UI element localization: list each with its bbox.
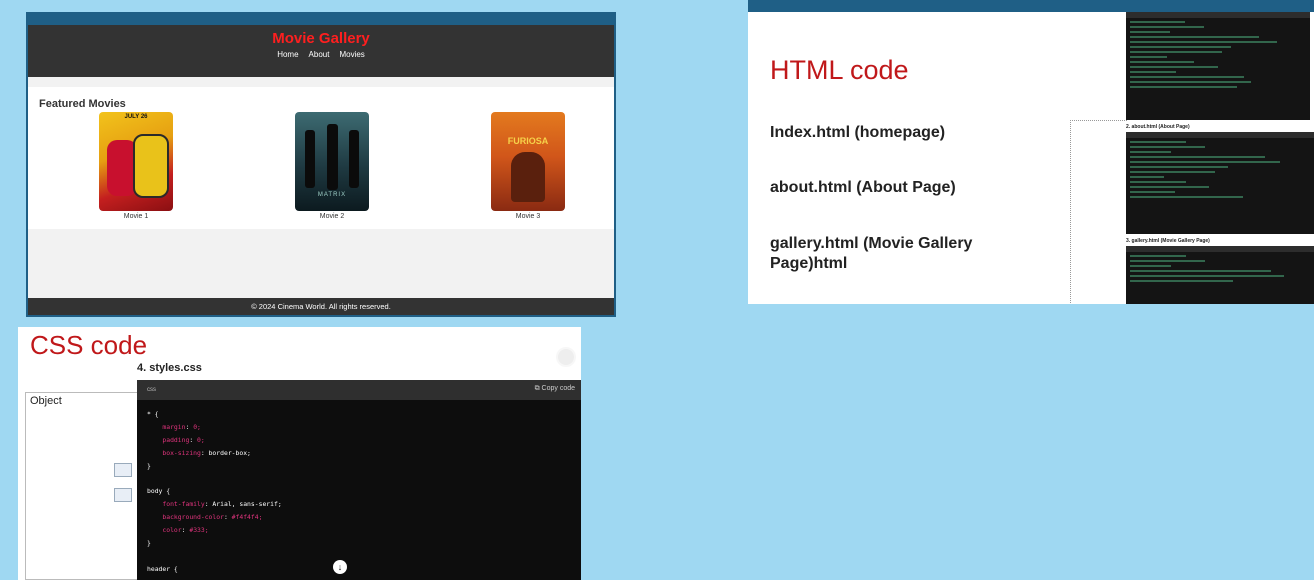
- about-code-caption: 2. about.html (About Page): [1126, 124, 1190, 130]
- poster-1-date: JULY 26: [124, 114, 148, 120]
- object-frame-icon[interactable]: [114, 488, 132, 502]
- about-code-screenshot: [1126, 132, 1314, 234]
- scroll-down-icon[interactable]: ↓: [333, 560, 347, 574]
- css-code-text: * { margin: 0; padding: 0; box-sizing: b…: [147, 408, 282, 576]
- code-line: box-sizing: border-box;: [162, 448, 251, 457]
- about-html-item: about.html (About Page): [770, 179, 956, 196]
- code-line: background-color: #f4f4f4;: [162, 513, 263, 522]
- poster-2-title: MATRIX: [317, 192, 347, 198]
- code-line: body {: [147, 487, 171, 496]
- code-line: margin: 0;: [162, 422, 201, 431]
- poster-2-figure-3: [349, 130, 359, 188]
- nav-movies-link[interactable]: Movies: [339, 50, 364, 59]
- css-slide-title: CSS code: [30, 330, 148, 360]
- featured-section: Featured Movies JULY 26 Movie 1 MATRIX M…: [28, 87, 614, 229]
- copy-icon: ⧉: [534, 385, 542, 392]
- copy-code-label: Copy code: [541, 385, 575, 392]
- object-image-icon[interactable]: [114, 463, 132, 477]
- movie-1-caption: Movie 1: [123, 213, 149, 220]
- slide-top-bar: [748, 0, 1314, 12]
- code-line: padding: 0;: [162, 435, 205, 444]
- object-label: Object: [30, 395, 62, 407]
- gallery-html-item: gallery.html (Movie Gallery Page)html: [770, 235, 973, 272]
- html-code-slide: HTML code Index.html (homepage) about.ht…: [748, 0, 1314, 304]
- css-code-slide: CSS code 4. styles.css Object css ⧉ Copy…: [18, 327, 581, 580]
- poster-2-figure-1: [305, 130, 315, 188]
- gallery-nav: Home About Movies: [28, 50, 614, 59]
- object-placeholder[interactable]: Object: [25, 392, 139, 580]
- code-line: * {: [147, 410, 159, 418]
- copy-code-button[interactable]: ⧉ Copy code: [535, 385, 575, 393]
- featured-heading: Featured Movies: [39, 98, 126, 110]
- code-line: header {: [147, 564, 178, 573]
- poster-1-figure-2: [133, 134, 169, 198]
- code-line: color: #333;: [162, 526, 209, 535]
- code-block-header: css ⧉ Copy code: [137, 380, 581, 400]
- poster-2-figure-2: [327, 124, 338, 190]
- gallery-title: Movie Gallery: [272, 30, 370, 47]
- code-line: }: [147, 461, 151, 470]
- nav-about-link[interactable]: About: [309, 50, 330, 59]
- gallery-code-screenshot: [1126, 246, 1314, 304]
- movie-poster-3[interactable]: FURIOSA: [491, 112, 565, 211]
- gallery-header: Movie Gallery Home About Movies: [28, 25, 614, 77]
- loading-spinner-icon: [556, 347, 576, 367]
- movie-gallery-preview: Movie Gallery Home About Movies Featured…: [26, 12, 616, 317]
- html-slide-title: HTML code: [770, 55, 909, 85]
- poster-3-figure: [511, 152, 545, 202]
- poster-3-title: FURIOSA: [507, 136, 549, 146]
- gallery-code-caption: 3. gallery.html (Movie Gallery Page): [1126, 238, 1210, 244]
- code-line: font-family: Arial, sans-serif;: [162, 500, 282, 509]
- index-html-item: Index.html (homepage): [770, 124, 946, 141]
- gallery-footer: © 2024 Cinema World. All rights reserved…: [28, 298, 614, 315]
- nav-home-link[interactable]: Home: [277, 50, 298, 59]
- movie-poster-1[interactable]: JULY 26: [99, 112, 173, 211]
- css-code-block: css ⧉ Copy code * { margin: 0; padding: …: [137, 380, 581, 580]
- movie-poster-2[interactable]: MATRIX: [295, 112, 369, 211]
- movie-3-caption: Movie 3: [515, 213, 541, 220]
- code-line: }: [147, 539, 151, 548]
- code-language-label: css: [147, 387, 156, 393]
- selection-outline: [1070, 120, 1127, 304]
- index-code-screenshot: [1126, 12, 1310, 120]
- styles-css-heading: 4. styles.css: [137, 362, 202, 374]
- gallery-page: Movie Gallery Home About Movies Featured…: [28, 25, 614, 315]
- movie-2-caption: Movie 2: [319, 213, 345, 220]
